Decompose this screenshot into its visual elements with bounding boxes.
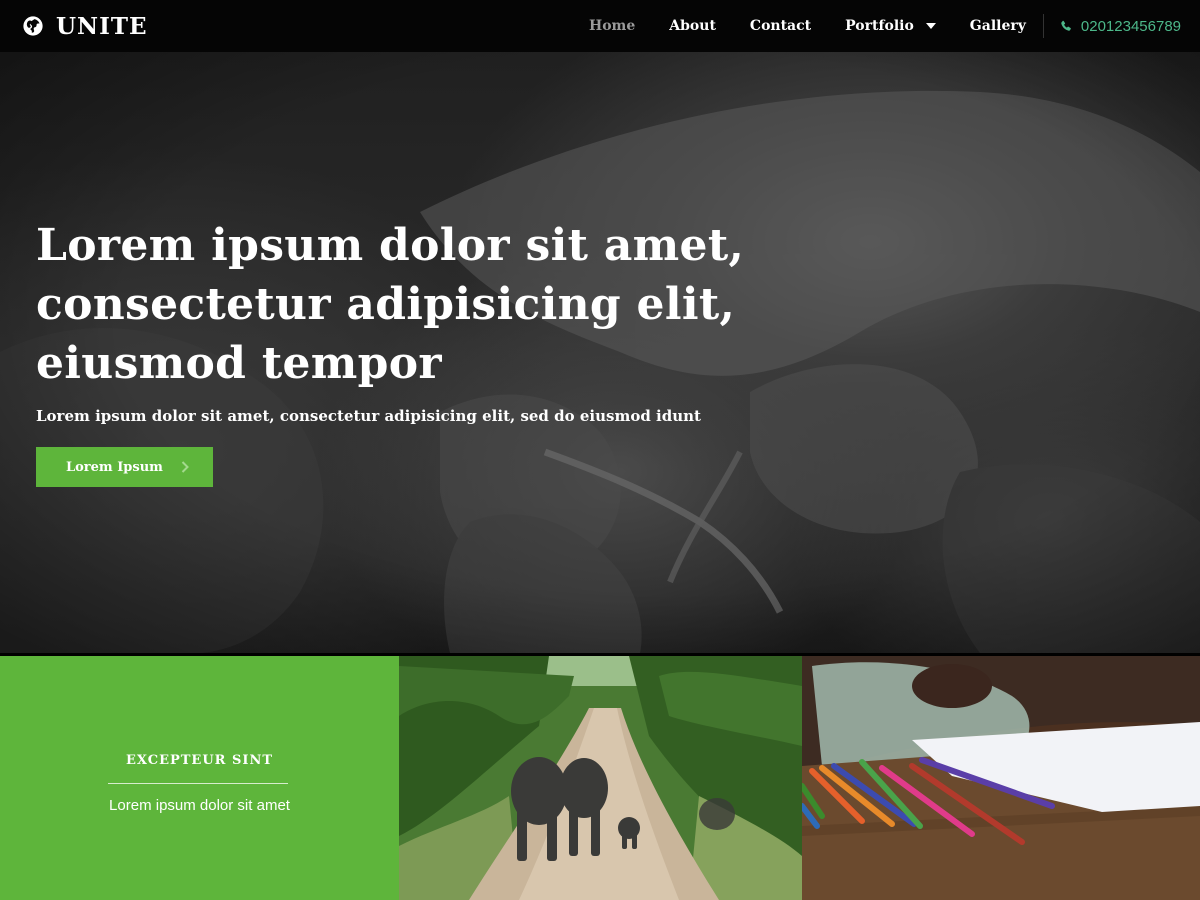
hero-title-line: Lorem ipsum dolor sit amet, — [36, 220, 745, 271]
hero-cta-button[interactable]: Lorem Ipsum — [36, 447, 213, 487]
elephants-photo[interactable] — [399, 656, 802, 900]
hero-section: Lorem ipsum dolor sit amet, consectetur … — [0, 52, 1200, 653]
main-nav: Home About Contact Portfolio Gallery 020… — [572, 0, 1200, 52]
feature-box: EXCEPTEUR SINT Lorem ipsum dolor sit ame… — [0, 656, 399, 900]
hero-content: Lorem ipsum dolor sit amet, consectetur … — [36, 216, 756, 487]
nav-gallery[interactable]: Gallery — [953, 0, 1043, 52]
top-navbar: UNITE Home About Contact Portfolio Galle… — [0, 0, 1200, 52]
brand-logo[interactable]: UNITE — [22, 0, 148, 52]
phone-icon — [1061, 20, 1071, 31]
phone-link[interactable]: 020123456789 — [1044, 0, 1200, 52]
hero-title-line: consectetur adipisicing elit, — [36, 279, 736, 330]
elephants-photo-illustration — [399, 656, 802, 900]
hero-cta-label: Lorem Ipsum — [66, 459, 163, 475]
feature-title: EXCEPTEUR SINT — [125, 753, 274, 768]
pencils-photo-illustration — [802, 656, 1200, 900]
brand-name: UNITE — [56, 12, 148, 40]
hero-title-line: eiusmod tempor — [36, 338, 442, 389]
nav-home[interactable]: Home — [572, 0, 652, 52]
globe-icon — [23, 16, 43, 36]
feature-text: Lorem ipsum dolor sit amet — [109, 797, 290, 814]
hero-subtitle: Lorem ipsum dolor sit amet, consectetur … — [36, 407, 701, 425]
nav-about[interactable]: About — [652, 0, 733, 52]
chevron-right-icon — [181, 461, 189, 473]
phone-number: 020123456789 — [1080, 17, 1181, 35]
caret-down-icon — [925, 23, 936, 29]
nav-portfolio[interactable]: Portfolio — [828, 0, 953, 52]
feature-divider — [108, 783, 288, 784]
pencils-photo[interactable] — [802, 656, 1200, 900]
nav-portfolio-label: Portfolio — [845, 18, 914, 34]
nav-contact[interactable]: Contact — [733, 0, 828, 52]
hero-title: Lorem ipsum dolor sit amet, consectetur … — [36, 216, 756, 393]
